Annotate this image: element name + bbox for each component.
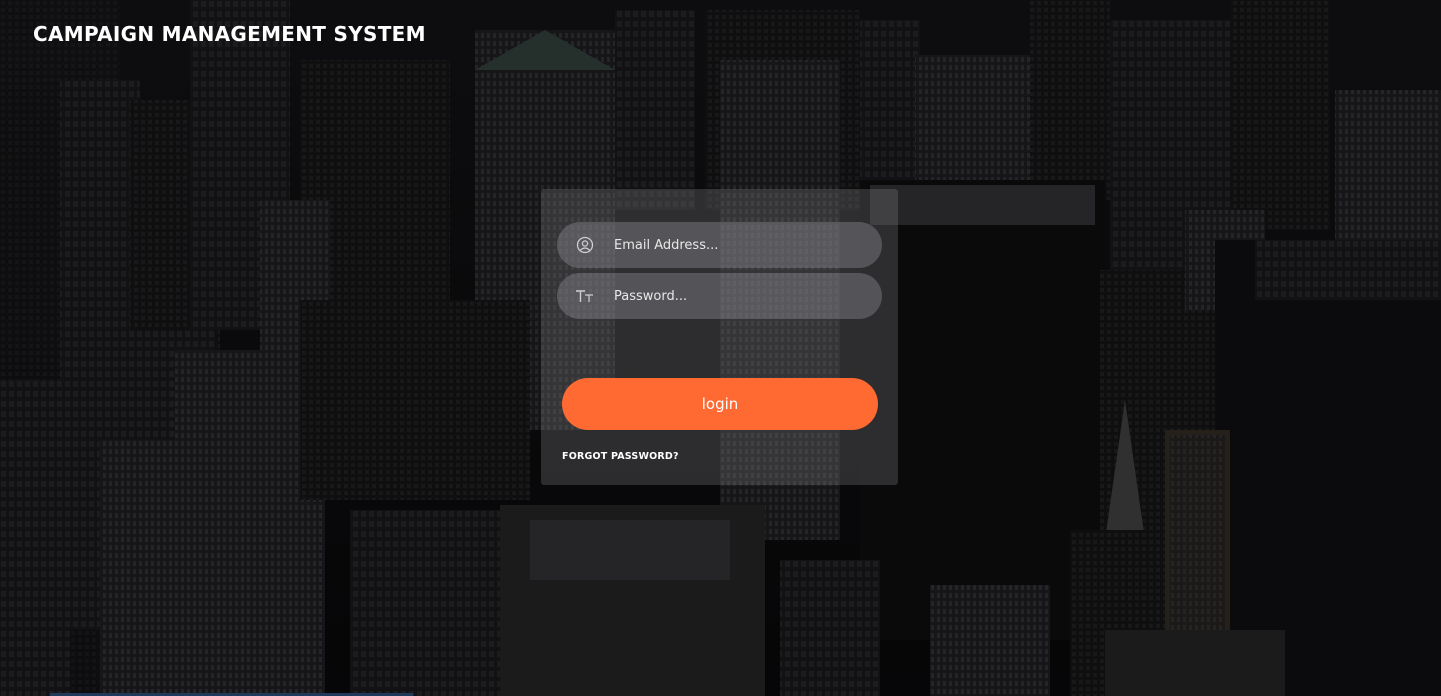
login-button[interactable]: login (562, 378, 878, 430)
login-panel: login FORGOT PASSWORD? (541, 189, 898, 485)
password-input[interactable] (614, 288, 854, 304)
email-input[interactable] (614, 237, 854, 253)
text-size-icon (575, 286, 595, 306)
password-field-wrapper[interactable] (557, 273, 882, 319)
forgot-password-link[interactable]: FORGOT PASSWORD? (562, 451, 679, 462)
user-circle-icon (575, 235, 595, 255)
email-field-wrapper[interactable] (557, 222, 882, 268)
app-title: CAMPAIGN MANAGEMENT SYSTEM (33, 22, 426, 46)
